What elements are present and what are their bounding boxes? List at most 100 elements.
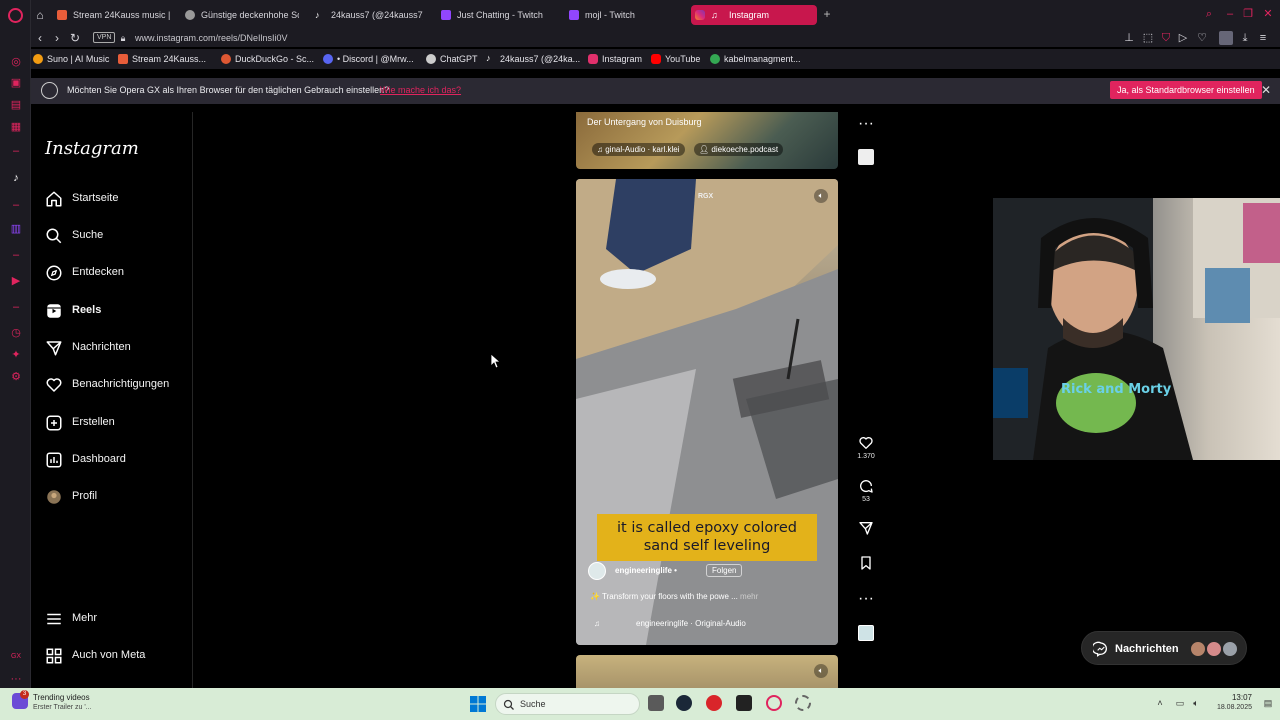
download-icon[interactable]: ⤓ (1238, 31, 1252, 45)
tab-workspace-icon[interactable]: ⌂ (33, 8, 47, 22)
speaker-icon[interactable]: ♫ (711, 10, 721, 20)
sidebar-history-icon[interactable]: ◷ (9, 326, 23, 340)
sidebar-more-icon[interactable]: ··· (9, 672, 23, 686)
clock-time[interactable]: 13:07 (1226, 693, 1252, 702)
minimize-icon[interactable]: – (1224, 8, 1236, 20)
network-icon[interactable]: ▭ (1174, 697, 1186, 709)
steam-icon[interactable] (676, 695, 692, 711)
nav-item-reels[interactable]: Reels (45, 300, 185, 322)
sidebar-flow-icon[interactable]: ◎ (9, 55, 23, 69)
tab-1[interactable]: Günstige deckenhohe Sc... (181, 5, 299, 25)
reel-description[interactable]: ✨ Transform your floors with the powe ..… (590, 592, 758, 601)
windows-start-icon[interactable] (470, 696, 486, 712)
bookmark-8[interactable]: kabelmanagment... (710, 52, 801, 66)
like-button[interactable]: 1.370 (855, 435, 877, 460)
save-button[interactable] (855, 555, 877, 571)
more-link[interactable]: mehr (740, 592, 758, 601)
bookmark-6[interactable]: Instagram (588, 52, 642, 66)
previous-reel[interactable]: Der Untergang von Duisburg ♫ ginal-Audio… (576, 112, 838, 169)
set-default-button[interactable]: Ja, als Standardbrowser einstellen (1110, 81, 1262, 99)
news-widget-subtitle[interactable]: Erster Trailer zu '... (33, 704, 92, 711)
next-reel[interactable]: 🔈︎ (576, 655, 838, 688)
sidebar-play-icon[interactable]: ▶ (9, 274, 23, 288)
mute-icon[interactable]: 🔈︎ (814, 189, 828, 203)
instagram-logo[interactable]: Instagram (45, 138, 139, 159)
url-field[interactable]: www.instagram.com/reels/DNeIlnsIi0V (135, 31, 288, 45)
nav-item-explore[interactable]: Entdecken (45, 262, 185, 284)
search-tabs-icon[interactable]: ⌕ (1203, 8, 1215, 20)
reel-more-icon[interactable]: ··· (855, 590, 877, 608)
infobar-help-link[interactable]: Wie mache ich das? (380, 85, 461, 95)
heart-icon[interactable]: ♡ (1195, 31, 1209, 45)
nav-item-dashboard[interactable]: Dashboard (45, 449, 185, 471)
lock-icon[interactable]: 🔒︎ (116, 31, 130, 45)
bookmark-7[interactable]: YouTube (651, 52, 700, 66)
nav-item-messages[interactable]: Nachrichten (45, 337, 185, 359)
follow-button[interactable]: Folgen (706, 564, 743, 577)
menu-icon[interactable]: ≡ (1256, 31, 1270, 45)
sidebar-player-icon[interactable]: ▦ (9, 120, 23, 134)
messages-button[interactable]: Nachrichten (1081, 631, 1247, 665)
sidebar-gx-icon[interactable]: GX (9, 650, 23, 664)
taskbar-search[interactable]: Suche (495, 693, 640, 715)
tab-3[interactable]: Just Chatting - Twitch (437, 5, 555, 25)
reload-icon[interactable]: ↻ (68, 31, 82, 45)
nav-item-home[interactable]: Startseite (45, 188, 185, 210)
recording-app-icon[interactable] (706, 695, 722, 711)
volume-icon[interactable]: 🔈︎ (1190, 697, 1202, 709)
terminal-icon[interactable] (736, 695, 752, 711)
profile-avatar-icon[interactable] (1219, 31, 1233, 45)
tab-0[interactable]: Stream 24Kauss music | ... (53, 5, 170, 25)
nav-item-notifications[interactable]: Benachrichtigungen (45, 374, 185, 396)
share-button[interactable] (855, 520, 877, 536)
back-icon[interactable]: ‹ (33, 31, 47, 45)
sidebar-twitch-channel-icon[interactable]: ▥ (9, 222, 23, 236)
notifications-icon[interactable]: ▤ (1262, 697, 1274, 709)
tab-2[interactable]: ♪ 24kauss7 (@24kauss7) | (311, 5, 423, 25)
opera-logo-icon[interactable] (8, 8, 23, 23)
pin-icon[interactable]: ⊥ (1122, 31, 1136, 45)
comment-button[interactable]: 53 (855, 478, 877, 503)
nav-item-meta[interactable]: Auch von Meta (45, 645, 185, 667)
settings-app-icon[interactable] (795, 695, 811, 711)
nav-item-more[interactable]: Mehr (45, 608, 185, 630)
sidebar-settings-icon[interactable]: ⚙ (9, 370, 23, 384)
sidebar-extensions-icon[interactable]: ✦ (9, 348, 23, 362)
tray-chevron-icon[interactable]: ˄ (1154, 697, 1166, 709)
previous-reel-audio-thumb[interactable] (855, 149, 877, 165)
previous-reel-audio[interactable]: ♫ ginal-Audio · karl.klei (592, 143, 685, 156)
bookmark-2[interactable]: DuckDuckGo - Sc... (221, 52, 314, 66)
vpn-badge[interactable]: VPN (93, 32, 116, 43)
infobar-close-icon[interactable]: ✕ (1261, 83, 1271, 97)
nav-item-search[interactable]: Suche (45, 225, 185, 247)
reel-video[interactable]: RGX 🔈︎ it is called epoxy colored sand s… (576, 179, 838, 645)
new-tab-icon[interactable]: + (821, 8, 833, 20)
reel-audio-thumb[interactable] (855, 625, 877, 641)
nav-item-profile[interactable]: Profil (45, 486, 185, 508)
bookmark-5[interactable]: ♪ 24kauss7 (@24ka... (486, 52, 580, 66)
nav-item-create[interactable]: Erstellen (45, 412, 185, 434)
forward-icon[interactable]: › (50, 31, 64, 45)
previous-reel-more-icon[interactable]: ··· (855, 115, 877, 133)
snapshot-icon[interactable]: ⬚ (1141, 31, 1155, 45)
tab-4[interactable]: mojl - Twitch (565, 5, 683, 25)
sidebar-news-icon[interactable]: ▣ (9, 76, 23, 90)
player-icon[interactable]: ▷ (1176, 31, 1190, 45)
tab-5-active[interactable]: ♫ Instagram (691, 5, 817, 25)
task-view-icon[interactable] (648, 695, 664, 711)
close-icon[interactable]: ✕ (1262, 8, 1274, 20)
bookmark-4[interactable]: ChatGPT (426, 52, 478, 66)
reel-audio[interactable]: ♫ engineeringlife · Original-Audio (594, 619, 746, 628)
previous-reel-collab[interactable]: 👤︎ diekoeche.podcast (694, 143, 784, 156)
bookmark-0[interactable]: Suno | AI Music (33, 52, 109, 66)
news-widget-title[interactable]: Trending videos (33, 693, 90, 702)
clock-date[interactable]: 18.08.2025 (1210, 704, 1252, 711)
opera-gx-icon[interactable] (766, 695, 782, 711)
author-avatar[interactable] (588, 562, 606, 580)
shield-icon[interactable]: ⛉ (1159, 31, 1173, 45)
maximize-icon[interactable]: ❐ (1242, 8, 1254, 20)
mute-icon[interactable]: 🔈︎ (814, 664, 828, 678)
sidebar-tiktok-icon[interactable]: ♪ (9, 171, 23, 185)
author-username[interactable]: engineeringlife • (615, 566, 677, 575)
bookmark-3[interactable]: • Discord | @Mrw... (323, 52, 414, 66)
